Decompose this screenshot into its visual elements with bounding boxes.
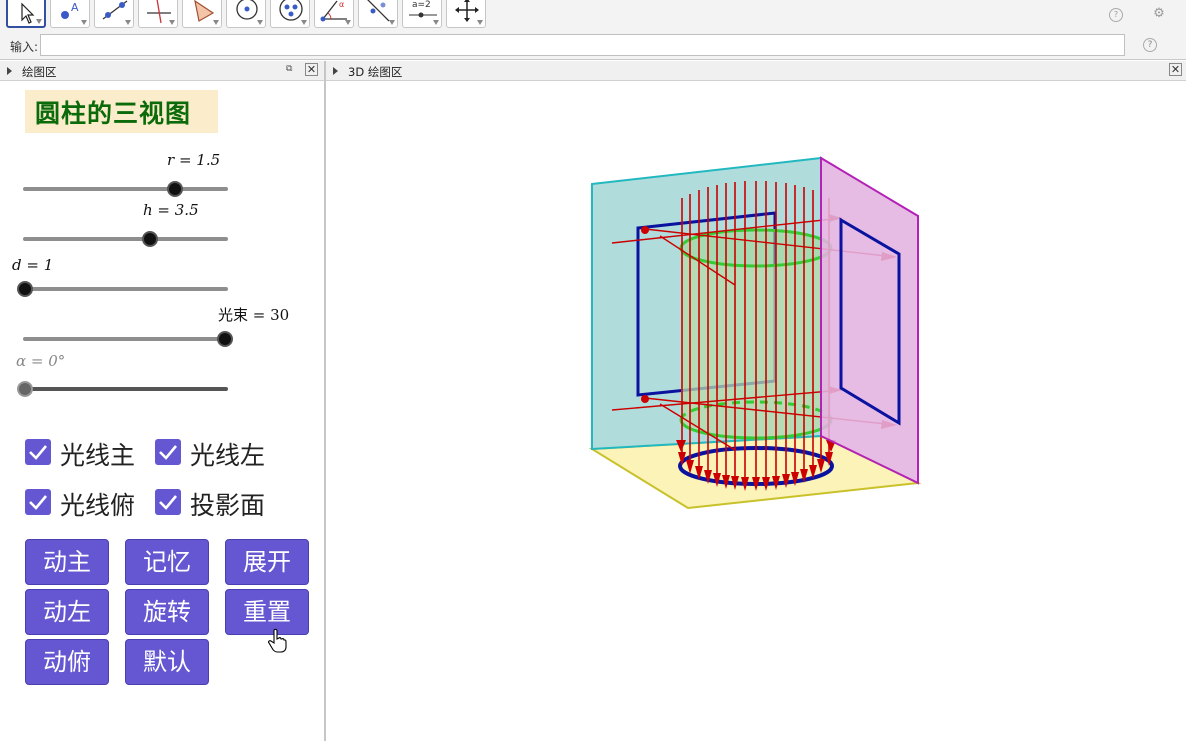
move-graphics-tool-button[interactable] — [446, 0, 486, 28]
checkbox-label: 光线主 — [60, 441, 136, 470]
cylinder-projection-scene[interactable] — [326, 81, 1186, 741]
graphics-panel-header: 绘图区 ⧉ ✕ — [0, 61, 324, 81]
slider-tool-button[interactable]: a=2 — [402, 0, 442, 28]
profile-projection-plane — [820, 156, 919, 485]
slider-track-beam[interactable] — [23, 337, 228, 341]
reflect-tool-button[interactable] — [358, 0, 398, 28]
check-icon — [29, 495, 47, 510]
line-tool-button[interactable] — [94, 0, 134, 28]
memory-button[interactable]: 记忆 — [125, 539, 209, 585]
checkbox-projection-planes[interactable] — [155, 489, 181, 515]
circle-tool-button[interactable] — [226, 0, 266, 28]
undock-icon[interactable]: ⧉ — [286, 64, 296, 74]
move-top-button[interactable]: 动俯 — [25, 639, 109, 685]
slider-label-alpha: α = 0° — [16, 352, 66, 370]
move-front-button[interactable]: 动主 — [25, 539, 109, 585]
check-icon — [159, 495, 177, 510]
svg-text:a=2: a=2 — [412, 0, 431, 10]
checkbox-label: 光线俯 — [60, 491, 136, 520]
close-icon[interactable]: ✕ — [305, 63, 318, 76]
hand-cursor-icon — [268, 628, 287, 653]
unfold-button[interactable]: 展开 — [225, 539, 309, 585]
slider-thumb-h[interactable] — [142, 231, 158, 247]
expand-triangle-icon[interactable] — [333, 67, 338, 75]
conic-tool-button[interactable] — [270, 0, 310, 28]
checkbox-label: 投影面 — [190, 491, 266, 520]
checkbox-front-rays[interactable] — [25, 439, 51, 465]
perpendicular-tool-button[interactable] — [138, 0, 178, 28]
help-icon[interactable]: ? — [1109, 8, 1123, 22]
move-left-button[interactable]: 动左 — [25, 589, 109, 635]
command-input[interactable] — [40, 34, 1125, 56]
slider-track-h[interactable] — [23, 237, 228, 241]
slider-label-d: d = 1 — [12, 256, 54, 274]
slider-thumb-beam[interactable] — [217, 331, 233, 347]
slider-label-beam: 光束 = 30 — [218, 306, 290, 324]
toolbar: A α a=2 ? ⚙ — [0, 0, 1186, 30]
gear-icon[interactable]: ⚙ — [1153, 7, 1165, 20]
graphics-3d-view[interactable] — [326, 81, 1186, 741]
graphics-3d-panel-header: 3D 绘图区 ✕ — [326, 61, 1186, 81]
default-button[interactable]: 默认 — [125, 639, 209, 685]
check-icon — [159, 445, 177, 460]
move-tool-button[interactable] — [6, 0, 46, 28]
slider-thumb-r[interactable] — [167, 181, 183, 197]
slider-track-r[interactable] — [23, 187, 228, 191]
title-box: 圆柱的三视图 — [25, 90, 218, 133]
help-icon[interactable]: ? — [1143, 38, 1157, 52]
cursor-arrow-icon — [21, 2, 35, 24]
expand-triangle-icon[interactable] — [7, 67, 12, 75]
checkbox-top-rays[interactable] — [25, 489, 51, 515]
panel-title: 3D 绘图区 — [348, 65, 403, 79]
rotate-button[interactable]: 旋转 — [125, 589, 209, 635]
slider-label-r: r = 1.5 — [167, 151, 221, 169]
angle-tool-button[interactable]: α — [314, 0, 354, 28]
checkbox-label: 光线左 — [190, 441, 266, 470]
svg-text:A: A — [71, 1, 79, 14]
checkbox-left-rays[interactable] — [155, 439, 181, 465]
point-tool-button[interactable]: A — [50, 0, 90, 28]
input-label: 输入: — [10, 40, 39, 54]
close-icon[interactable]: ✕ — [1169, 63, 1182, 76]
page-title: 圆柱的三视图 — [35, 99, 192, 128]
input-bar: 输入: ? — [0, 30, 1186, 60]
slider-track-d[interactable] — [23, 287, 228, 291]
slider-thumb-d[interactable] — [17, 281, 33, 297]
slider-label-h: h = 3.5 — [143, 201, 199, 219]
polygon-tool-button[interactable] — [182, 0, 222, 28]
check-icon — [29, 445, 47, 460]
svg-text:α: α — [339, 0, 344, 9]
panel-title: 绘图区 — [22, 65, 57, 79]
slider-thumb-alpha[interactable] — [17, 381, 33, 397]
slider-track-alpha[interactable] — [23, 387, 228, 391]
